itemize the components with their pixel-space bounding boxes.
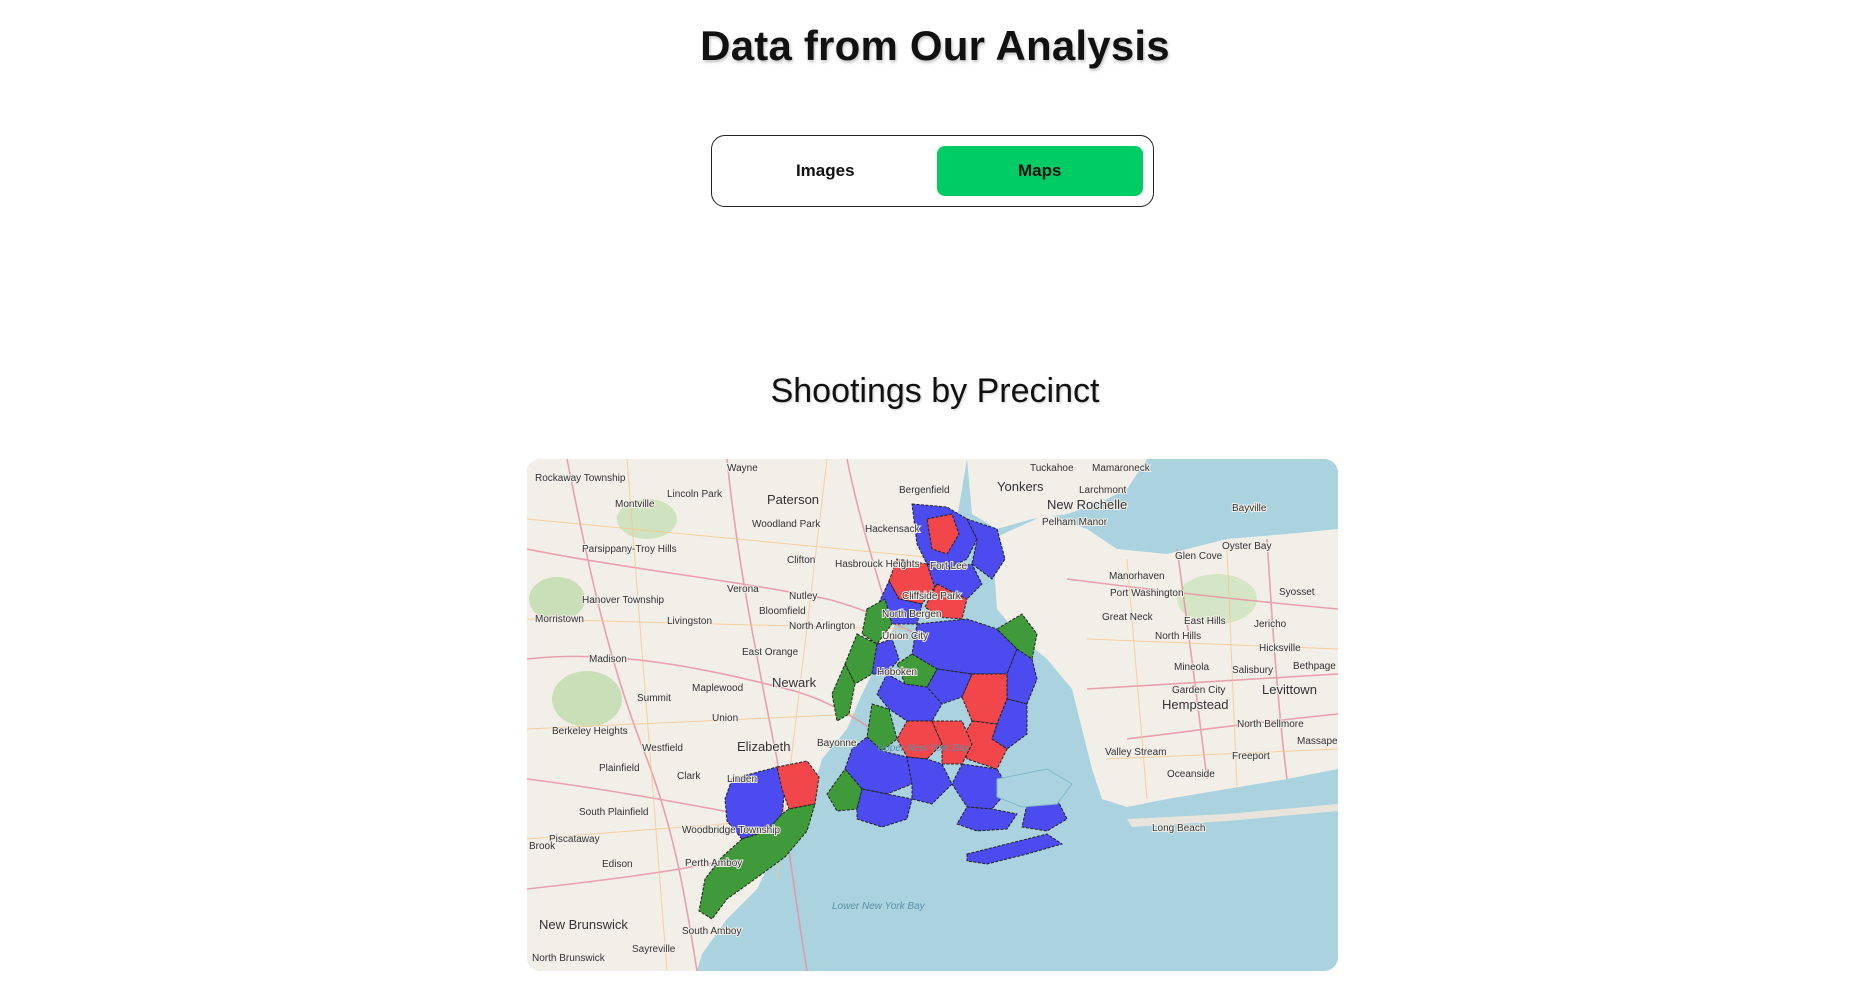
map-label: Cliffside Park bbox=[902, 591, 962, 602]
map-label: Manorhaven bbox=[1109, 571, 1165, 582]
page-title: Data from Our Analysis bbox=[700, 22, 1170, 69]
map-label: Parsippany-Troy Hills bbox=[582, 544, 677, 555]
map-label: Clark bbox=[677, 771, 701, 782]
map-label: South Plainfield bbox=[579, 807, 649, 818]
map-label: Morristown bbox=[535, 614, 584, 625]
view-toggle: Images Maps bbox=[711, 135, 1154, 207]
map-label: Brook bbox=[529, 841, 556, 852]
map-label: Edison bbox=[602, 859, 633, 870]
map-label: Elizabeth bbox=[737, 739, 790, 754]
maps-tab-button[interactable]: Maps bbox=[936, 146, 1143, 196]
map-label: Salisbury bbox=[1232, 665, 1273, 676]
map-label: North Brunswick bbox=[532, 953, 606, 964]
map-label: Rockaway Township bbox=[535, 473, 626, 484]
map-label: Garden City bbox=[1172, 685, 1225, 696]
map-label: Oceanside bbox=[1167, 769, 1215, 780]
map-label: East Orange bbox=[742, 647, 799, 658]
map-label: Massapequa bbox=[1297, 736, 1338, 747]
map-label: Larchmont bbox=[1079, 485, 1126, 496]
map-label: South Amboy bbox=[682, 926, 741, 937]
map-label: North Arlington bbox=[789, 621, 855, 632]
map-label: Bloomfield bbox=[759, 606, 806, 617]
map-label: Yonkers bbox=[997, 479, 1044, 494]
precinct-map[interactable]: Rockaway Township Wayne Montville Lincol… bbox=[527, 459, 1338, 971]
map-label: Newark bbox=[772, 675, 817, 690]
map-label: Sayreville bbox=[632, 944, 676, 955]
map-label: Bethpage bbox=[1293, 661, 1336, 672]
map-label: Hasbrouck Heights bbox=[835, 559, 919, 570]
page: Data from Our Analysis Images Maps Shoot… bbox=[0, 0, 1870, 987]
map-label: Woodbridge Township bbox=[682, 825, 780, 836]
map-label: Valley Stream bbox=[1105, 747, 1167, 758]
map-label: Upper New York Bay bbox=[877, 743, 971, 754]
map-label: Freeport bbox=[1232, 751, 1270, 762]
map-label: Long Beach bbox=[1152, 823, 1205, 834]
map-label: Summit bbox=[637, 693, 671, 704]
map-label: North Hills bbox=[1155, 631, 1201, 642]
map-label: Syosset bbox=[1279, 587, 1315, 598]
map-label: New Rochelle bbox=[1047, 497, 1127, 512]
map-label: Livingston bbox=[667, 616, 712, 627]
map-label: North Bellmore bbox=[1237, 719, 1304, 730]
images-tab-button[interactable]: Images bbox=[722, 146, 929, 196]
map-label: New Brunswick bbox=[539, 917, 628, 932]
map-label: Hicksville bbox=[1259, 643, 1301, 654]
map-label: Hoboken bbox=[877, 667, 917, 678]
map-label: Mamaroneck bbox=[1092, 463, 1151, 474]
map-label: Nutley bbox=[789, 591, 817, 602]
map-label: Montville bbox=[615, 499, 655, 510]
map-label: Oyster Bay bbox=[1222, 541, 1271, 552]
map-label: Hanover Township bbox=[582, 595, 665, 606]
map-label: Clifton bbox=[787, 555, 815, 566]
map-section-title: Shootings by Precinct bbox=[770, 372, 1100, 410]
map-canvas[interactable]: Rockaway Township Wayne Montville Lincol… bbox=[527, 459, 1338, 971]
map-label: Wayne bbox=[727, 463, 758, 474]
map-label: Hackensack bbox=[865, 524, 920, 535]
map-label: Maplewood bbox=[692, 683, 743, 694]
map-label: Glen Cove bbox=[1175, 551, 1223, 562]
map-label: Jericho bbox=[1254, 619, 1287, 630]
map-label: Westfield bbox=[642, 743, 683, 754]
map-label: Piscataway bbox=[549, 834, 600, 845]
map-label: Linden bbox=[727, 774, 757, 785]
map-label: Lower New York Bay bbox=[832, 901, 926, 912]
map-label: Great Neck bbox=[1102, 612, 1154, 623]
map-label: Pelham Manor bbox=[1042, 517, 1108, 528]
map-label: Fort Lee bbox=[930, 561, 968, 572]
map-label: Perth Amboy bbox=[685, 858, 742, 869]
map-label: East Hills bbox=[1184, 616, 1226, 627]
map-label: North Bergen bbox=[882, 609, 941, 620]
map-label: Port Washington bbox=[1110, 588, 1184, 599]
map-label: Berkeley Heights bbox=[552, 726, 628, 737]
map-label: Bergenfield bbox=[899, 485, 950, 496]
map-label: Plainfield bbox=[599, 763, 640, 774]
park-area bbox=[552, 671, 622, 727]
map-label: Verona bbox=[727, 584, 759, 595]
map-label: Levittown bbox=[1262, 682, 1317, 697]
map-label: Bayville bbox=[1232, 503, 1267, 514]
map-label: Hempstead bbox=[1162, 697, 1228, 712]
map-label: Union bbox=[712, 713, 738, 724]
map-label: Mineola bbox=[1174, 662, 1209, 673]
map-label: Bayonne bbox=[817, 738, 857, 749]
map-label: Madison bbox=[589, 654, 627, 665]
map-label: Union City bbox=[882, 631, 928, 642]
map-label: Paterson bbox=[767, 492, 819, 507]
map-label: Woodland Park bbox=[752, 519, 821, 530]
map-label: Tuckahoe bbox=[1030, 463, 1074, 474]
map-label: Lincoln Park bbox=[667, 489, 723, 500]
